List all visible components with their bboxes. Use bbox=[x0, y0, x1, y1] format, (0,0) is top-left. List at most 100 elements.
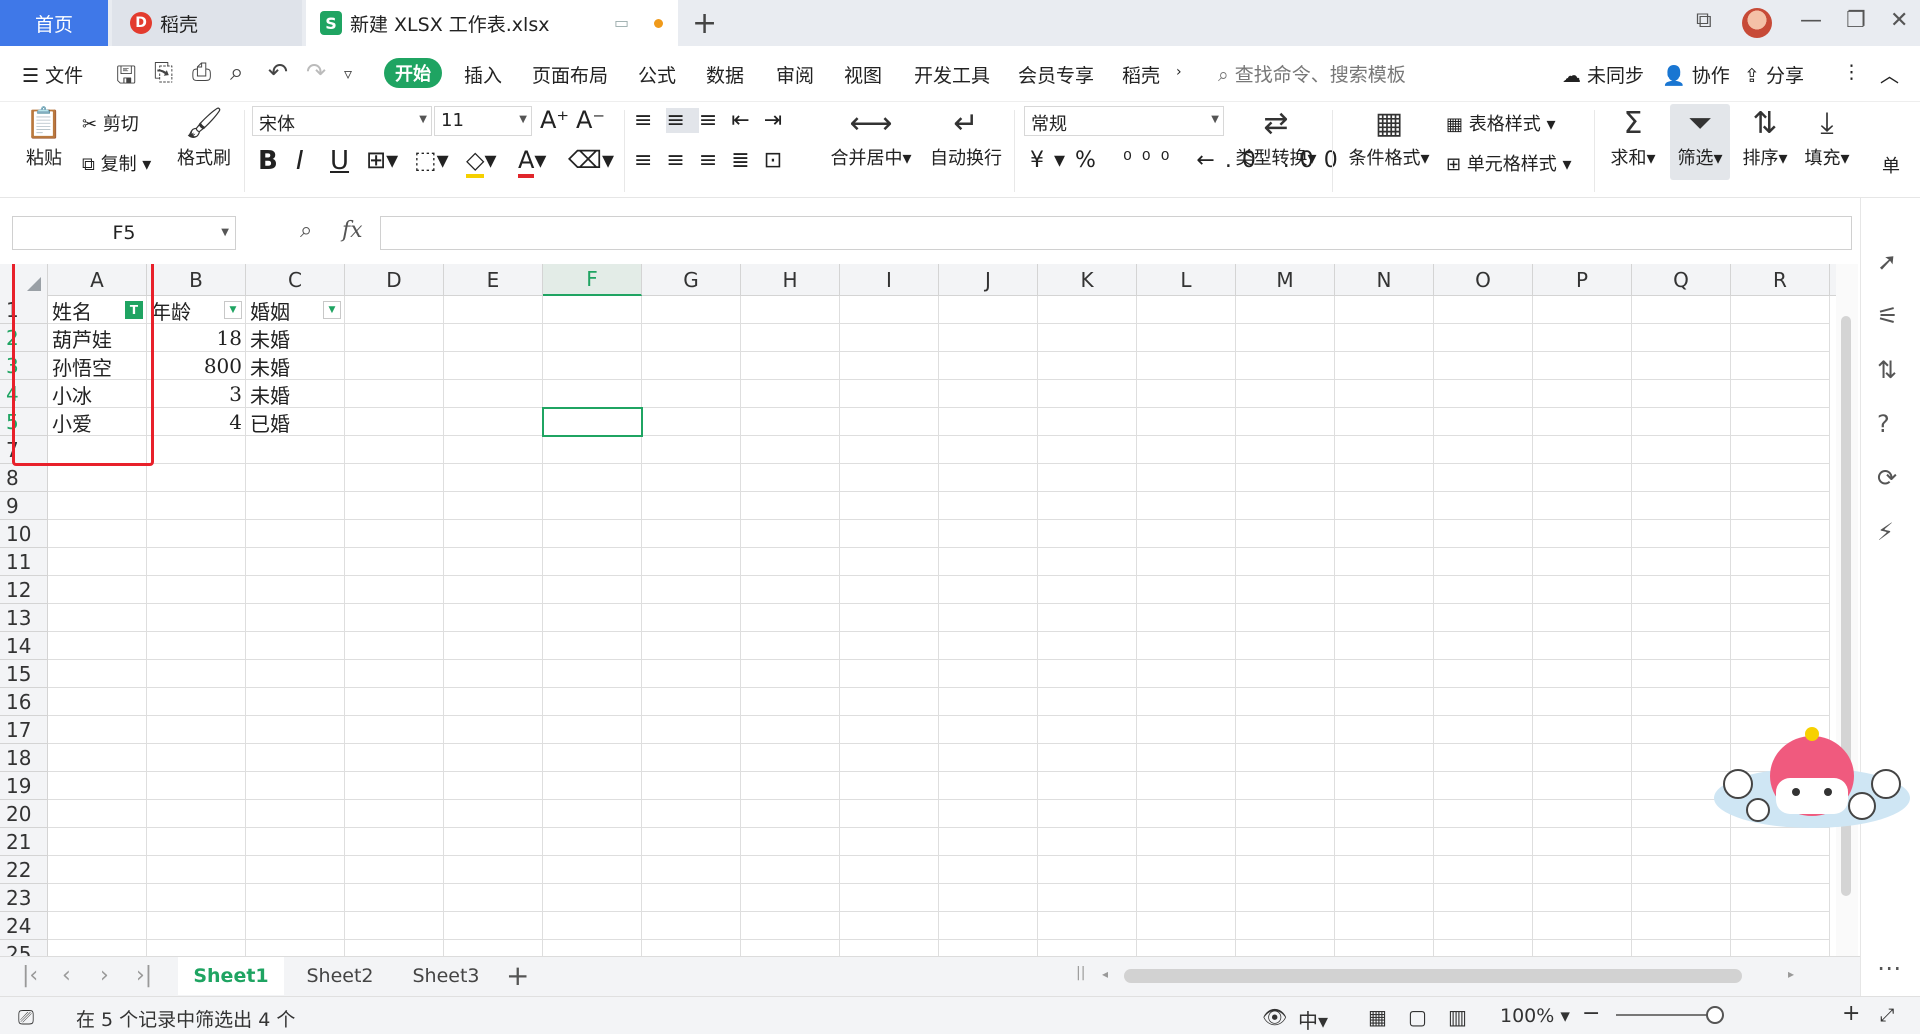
more-tabs-chevron-icon[interactable]: › bbox=[1176, 64, 1182, 80]
data-cell[interactable]: 未婚 bbox=[246, 352, 345, 380]
backup-icon[interactable]: ⟳ bbox=[1877, 464, 1897, 492]
clear-format-icon[interactable]: ⌫▾ bbox=[568, 146, 614, 174]
column-header-d[interactable]: D bbox=[345, 264, 444, 296]
cell-style-brush-icon[interactable]: ⬚▾ bbox=[414, 146, 449, 174]
add-sheet-button[interactable]: + bbox=[506, 959, 529, 992]
vertical-scrollbar[interactable] bbox=[1836, 264, 1858, 956]
share-button[interactable]: ⇪ 分享 bbox=[1744, 61, 1804, 88]
row-header-15[interactable]: 15 bbox=[0, 660, 48, 688]
fullscreen-icon[interactable]: ⤢ bbox=[1880, 1005, 1894, 1026]
cell-style-button[interactable]: ⊞ 单元格样式 ▾ bbox=[1446, 150, 1572, 176]
data-cell[interactable]: 4 bbox=[147, 408, 246, 436]
fill-button[interactable]: ⤓ 填充▾ bbox=[1798, 104, 1856, 170]
column-header-j[interactable]: J bbox=[939, 264, 1038, 296]
customize-dropdown-icon[interactable]: ▿ bbox=[344, 64, 352, 83]
data-cell[interactable]: 800 bbox=[147, 352, 246, 380]
spreadsheet-grid[interactable]: ABCDEFGHIJKLMNOPQR 1 2 3 4 5 7 8 9 10 11 12 13 14 15 1… bbox=[0, 264, 1836, 956]
selected-cell[interactable] bbox=[542, 407, 643, 437]
filter-dropdown-icon[interactable]: ▼ bbox=[323, 301, 341, 319]
row-header-13[interactable]: 13 bbox=[0, 604, 48, 632]
vertical-align-icons[interactable]: ≡≡≡⇤⇥ bbox=[634, 108, 796, 133]
next-sheet-icon[interactable]: › bbox=[100, 963, 109, 988]
italic-button[interactable]: I bbox=[296, 146, 304, 176]
print-preview-icon[interactable]: ⌕ bbox=[230, 58, 243, 86]
type-convert-button[interactable]: ⇄ 类型转换▾ bbox=[1232, 104, 1320, 170]
row-header-12[interactable]: 12 bbox=[0, 576, 48, 604]
hscroll-split-icon[interactable]: || bbox=[1076, 965, 1085, 981]
prev-sheet-icon[interactable]: ‹ bbox=[62, 963, 71, 988]
menu-tab-review[interactable]: 审阅 bbox=[776, 61, 814, 88]
row-header-18[interactable]: 18 bbox=[0, 744, 48, 772]
sheet-tab-2[interactable]: Sheet2 bbox=[290, 957, 390, 995]
data-cell[interactable]: 18 bbox=[147, 324, 246, 352]
row-header-10[interactable]: 10 bbox=[0, 520, 48, 548]
formula-input[interactable] bbox=[380, 216, 1852, 250]
bold-button[interactable]: B bbox=[258, 146, 278, 176]
format-painter-button[interactable]: 🖌 格式刷 bbox=[174, 104, 234, 170]
row-header-20[interactable]: 20 bbox=[0, 800, 48, 828]
tab-daoke[interactable]: D 稻壳 bbox=[112, 0, 302, 46]
collab-button[interactable]: 👤 协作 bbox=[1662, 61, 1730, 88]
page-layout-view-icon[interactable]: ▢ bbox=[1408, 1005, 1427, 1029]
normal-view-icon[interactable]: ▦ bbox=[1368, 1005, 1387, 1029]
paste-button[interactable]: 📋 粘贴 bbox=[16, 104, 72, 170]
macro-record-icon[interactable]: ⎚ bbox=[18, 1005, 34, 1029]
row-header-23[interactable]: 23 bbox=[0, 884, 48, 912]
new-tab-button[interactable]: + bbox=[692, 6, 717, 41]
menu-tab-start[interactable]: 开始 bbox=[384, 58, 442, 88]
horizontal-scroll-thumb[interactable] bbox=[1124, 969, 1742, 983]
menu-tab-insert[interactable]: 插入 bbox=[464, 61, 502, 88]
zoom-formula-icon[interactable]: ⌕ bbox=[300, 218, 312, 243]
font-size-select[interactable]: 11 ▼ bbox=[434, 106, 532, 136]
help-icon[interactable]: ? bbox=[1877, 410, 1890, 438]
menu-tab-member[interactable]: 会员专享 bbox=[1018, 61, 1094, 88]
zoom-in-button[interactable]: + bbox=[1842, 1001, 1860, 1026]
row-header-9[interactable]: 9 bbox=[0, 492, 48, 520]
first-sheet-icon[interactable]: |‹ bbox=[22, 963, 38, 988]
lightning-icon[interactable]: ⚡ bbox=[1877, 518, 1894, 546]
row-header-14[interactable]: 14 bbox=[0, 632, 48, 660]
menu-tab-developer[interactable]: 开发工具 bbox=[914, 61, 990, 88]
mascot-illustration[interactable] bbox=[1712, 716, 1912, 846]
column-header-i[interactable]: I bbox=[840, 264, 939, 296]
row-header-25[interactable]: 25 bbox=[0, 940, 48, 956]
menu-tab-formulas[interactable]: 公式 bbox=[638, 61, 676, 88]
borders-icon[interactable]: ⊞▾ bbox=[366, 146, 398, 174]
close-button[interactable]: ✕ bbox=[1890, 8, 1908, 33]
wrap-text-button[interactable]: ↵ 自动换行 bbox=[928, 104, 1004, 170]
row-header-21[interactable]: 21 bbox=[0, 828, 48, 856]
menu-tab-daoke[interactable]: 稻壳 bbox=[1122, 61, 1160, 88]
page-break-view-icon[interactable]: ▥ bbox=[1448, 1005, 1467, 1029]
column-header-f[interactable]: F bbox=[543, 264, 642, 296]
row-header-19[interactable]: 19 bbox=[0, 772, 48, 800]
increase-font-icon[interactable]: A⁺ bbox=[540, 106, 569, 134]
data-cell[interactable]: 未婚 bbox=[246, 324, 345, 352]
menu-tab-view[interactable]: 视图 bbox=[844, 61, 882, 88]
underline-button[interactable]: U bbox=[330, 146, 349, 176]
single-button-partial[interactable]: 单 bbox=[1882, 152, 1900, 178]
filter-dropdown-icon[interactable]: ▼ bbox=[224, 301, 242, 319]
scroll-left-icon[interactable]: ◂ bbox=[1102, 967, 1108, 981]
column-header-b[interactable]: B bbox=[147, 264, 246, 296]
sort-button[interactable]: ⇅ 排序▾ bbox=[1736, 104, 1794, 170]
sync-button[interactable]: ☁ 未同步 bbox=[1562, 61, 1644, 88]
data-cell[interactable]: 未婚 bbox=[246, 380, 345, 408]
adjust-sliders-icon[interactable]: ⚟ bbox=[1877, 302, 1899, 330]
fill-color-icon[interactable]: ◇▾ bbox=[466, 146, 497, 178]
column-header-g[interactable]: G bbox=[642, 264, 741, 296]
print-icon[interactable]: ⎙ bbox=[192, 58, 211, 86]
row-header-11[interactable]: 11 bbox=[0, 548, 48, 576]
undo-icon[interactable]: ↶ bbox=[268, 58, 288, 86]
avatar[interactable] bbox=[1742, 8, 1772, 38]
zoom-out-button[interactable]: − bbox=[1582, 1001, 1600, 1026]
file-menu[interactable]: ☰ 文件 bbox=[22, 61, 83, 88]
column-header-c[interactable]: C bbox=[246, 264, 345, 296]
tab-home[interactable]: 首页 bbox=[0, 0, 108, 46]
tab-document[interactable]: S 新建 XLSX 工作表.xlsx ▭ bbox=[306, 0, 678, 46]
column-header-k[interactable]: K bbox=[1038, 264, 1137, 296]
menu-tab-data[interactable]: 数据 bbox=[706, 61, 744, 88]
data-cell[interactable]: 3 bbox=[147, 380, 246, 408]
column-header-e[interactable]: E bbox=[444, 264, 543, 296]
column-header-q[interactable]: Q bbox=[1632, 264, 1731, 296]
fx-icon[interactable]: fx bbox=[342, 218, 363, 243]
